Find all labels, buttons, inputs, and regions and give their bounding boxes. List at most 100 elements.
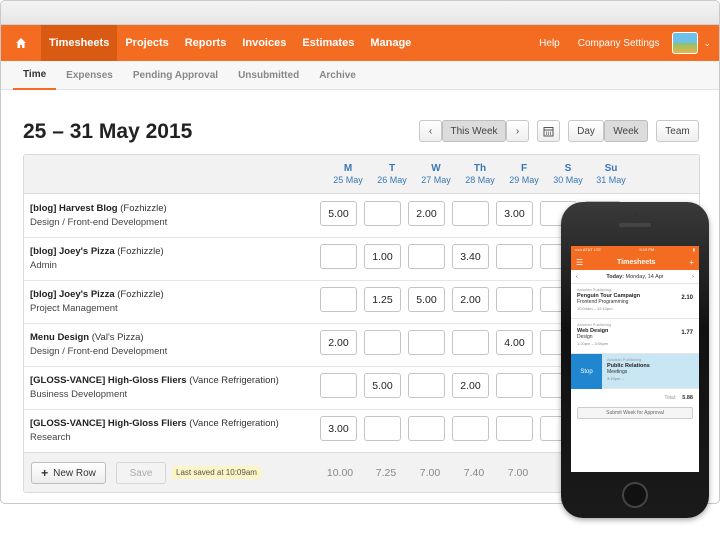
hours-input[interactable]	[408, 330, 445, 355]
company-settings-link[interactable]: Company Settings	[569, 25, 669, 61]
row-task: Design / Front-end Development	[30, 346, 168, 357]
project-name: [GLOSS-VANCE] High-Gloss Fliers	[30, 418, 187, 429]
phone-title: Timesheets	[617, 258, 656, 266]
row-project: [blog] Joey's Pizza (Fozhizzle)	[30, 246, 164, 257]
hours-input[interactable]	[496, 373, 533, 398]
sub-nav: Time Expenses Pending Approval Unsubmitt…	[1, 61, 719, 90]
phone-status-bar: ••••• AT&T LTE 5:19 PM ▮	[571, 246, 699, 254]
nav-estimates[interactable]: Estimates	[294, 25, 362, 61]
phone-entry[interactable]: Astorian Publishing Penguin Tour Campaig…	[571, 284, 699, 319]
hours-input[interactable]	[496, 416, 533, 441]
day-view-button[interactable]: Day	[568, 120, 604, 142]
subnav-unsubmitted[interactable]: Unsubmitted	[228, 61, 309, 90]
total-thu: 7.40	[463, 467, 485, 479]
phone-total: Total: 5.88	[664, 395, 693, 401]
hours-input[interactable]	[496, 244, 533, 269]
row-project: [GLOSS-VANCE] High-Gloss Fliers (Vance R…	[30, 375, 279, 386]
hours-input[interactable]: 5.00	[408, 287, 445, 312]
hours-input[interactable]: 3.00	[496, 201, 533, 226]
hours-input[interactable]: 1.25	[364, 287, 401, 312]
hours-input[interactable]: 2.00	[320, 330, 357, 355]
next-week-button[interactable]: ›	[506, 120, 529, 142]
subnav-expenses[interactable]: Expenses	[56, 61, 123, 90]
submit-week-button[interactable]: Submit Week for Approval	[577, 407, 693, 419]
row-project: [GLOSS-VANCE] High-Gloss Fliers (Vance R…	[30, 418, 279, 429]
hours-input[interactable]	[364, 201, 401, 226]
stop-timer-button[interactable]: Stop	[571, 354, 602, 389]
nav-timesheets[interactable]: Timesheets	[41, 25, 118, 61]
subnav-pending-approval[interactable]: Pending Approval	[123, 61, 228, 90]
subnav-archive[interactable]: Archive	[309, 61, 366, 90]
hours-input[interactable]	[320, 244, 357, 269]
hours-input[interactable]	[496, 287, 533, 312]
hours-input[interactable]	[320, 287, 357, 312]
hours-input[interactable]	[452, 201, 489, 226]
hours-input[interactable]: 5.00	[320, 201, 357, 226]
nav-manage[interactable]: Manage	[362, 25, 419, 61]
prev-day-icon[interactable]: ‹	[576, 274, 578, 280]
phone-home-button[interactable]	[622, 482, 648, 508]
total-mon: 10.00	[326, 467, 354, 479]
row-task: Project Management	[30, 303, 118, 314]
home-button[interactable]	[1, 25, 41, 61]
hours-input[interactable]	[408, 244, 445, 269]
day-header-sun: Su 31 May	[596, 163, 626, 185]
hours-input[interactable]: 2.00	[452, 287, 489, 312]
day-header-mon: M 25 May	[333, 163, 363, 185]
hours-input[interactable]: 5.00	[364, 373, 401, 398]
next-day-icon[interactable]: ›	[692, 274, 694, 280]
nav-invoices[interactable]: Invoices	[234, 25, 294, 61]
new-row-label: New Row	[53, 467, 96, 479]
phone-camera	[633, 212, 638, 217]
team-view-button[interactable]: Team	[656, 120, 699, 142]
avatar[interactable]	[672, 32, 699, 54]
hours-input[interactable]	[408, 373, 445, 398]
day-header-sat: S 30 May	[553, 163, 583, 185]
nav-projects[interactable]: Projects	[117, 25, 176, 61]
hours-input[interactable]	[364, 416, 401, 441]
week-view-button[interactable]: Week	[604, 120, 648, 142]
project-name: [blog] Harvest Blog	[30, 203, 118, 214]
phone-running-entry[interactable]: Stop Astorian Publishing Public Relation…	[571, 354, 699, 389]
chevron-down-icon[interactable]: ⌄	[703, 38, 711, 49]
help-link[interactable]: Help	[530, 25, 569, 61]
phone-date: Today: Monday, 14 Apr	[606, 273, 664, 280]
hours-input[interactable]: 4.00	[496, 330, 533, 355]
menu-icon[interactable]: ☰	[576, 258, 583, 267]
mobile-phone: ••••• AT&T LTE 5:19 PM ▮ ☰ Timesheets + ‹ …	[561, 202, 709, 518]
top-nav: Timesheets Projects Reports Invoices Est…	[1, 25, 719, 61]
add-icon[interactable]: +	[689, 258, 694, 267]
nav-reports[interactable]: Reports	[177, 25, 235, 61]
subnav-time[interactable]: Time	[13, 61, 57, 90]
row-project: [blog] Joey's Pizza (Fozhizzle)	[30, 289, 164, 300]
browser-chrome-bar	[1, 1, 719, 25]
hours-input[interactable]: 3.40	[452, 244, 489, 269]
row-task: Research	[30, 432, 71, 443]
hours-input[interactable]	[452, 330, 489, 355]
save-button[interactable]: Save	[116, 462, 166, 484]
hours-input[interactable]: 3.00	[320, 416, 357, 441]
project-name: [GLOSS-VANCE] High-Gloss Fliers	[30, 375, 187, 386]
page-title: 25 – 31 May 2015	[23, 120, 193, 143]
new-row-button[interactable]: + New Row	[31, 462, 106, 484]
hours-input[interactable]	[452, 416, 489, 441]
hours-input[interactable]	[408, 416, 445, 441]
home-icon	[16, 38, 26, 48]
phone-screen: ••••• AT&T LTE 5:19 PM ▮ ☰ Timesheets + ‹ …	[571, 246, 699, 472]
calendar-icon	[543, 126, 554, 136]
hours-input[interactable]	[364, 330, 401, 355]
project-name: Menu Design	[30, 332, 90, 343]
phone-entry[interactable]: Astorian Publishing Web Design Design 1:…	[571, 319, 699, 354]
table-header: M 25 May T 26 May W 27 May Th 28 May F 29 May…	[24, 155, 699, 194]
hours-input[interactable]	[320, 373, 357, 398]
client-name: (Fozhizzle)	[117, 289, 164, 300]
hours-input[interactable]: 2.00	[408, 201, 445, 226]
row-task: Admin	[30, 260, 57, 271]
plus-icon: +	[41, 466, 49, 480]
hours-input[interactable]: 2.00	[452, 373, 489, 398]
calendar-button[interactable]	[537, 120, 560, 142]
this-week-button[interactable]: This Week	[442, 120, 506, 142]
hours-input[interactable]: 1.00	[364, 244, 401, 269]
prev-week-button[interactable]: ‹	[419, 120, 442, 142]
row-task: Design / Front-end Development	[30, 217, 168, 228]
